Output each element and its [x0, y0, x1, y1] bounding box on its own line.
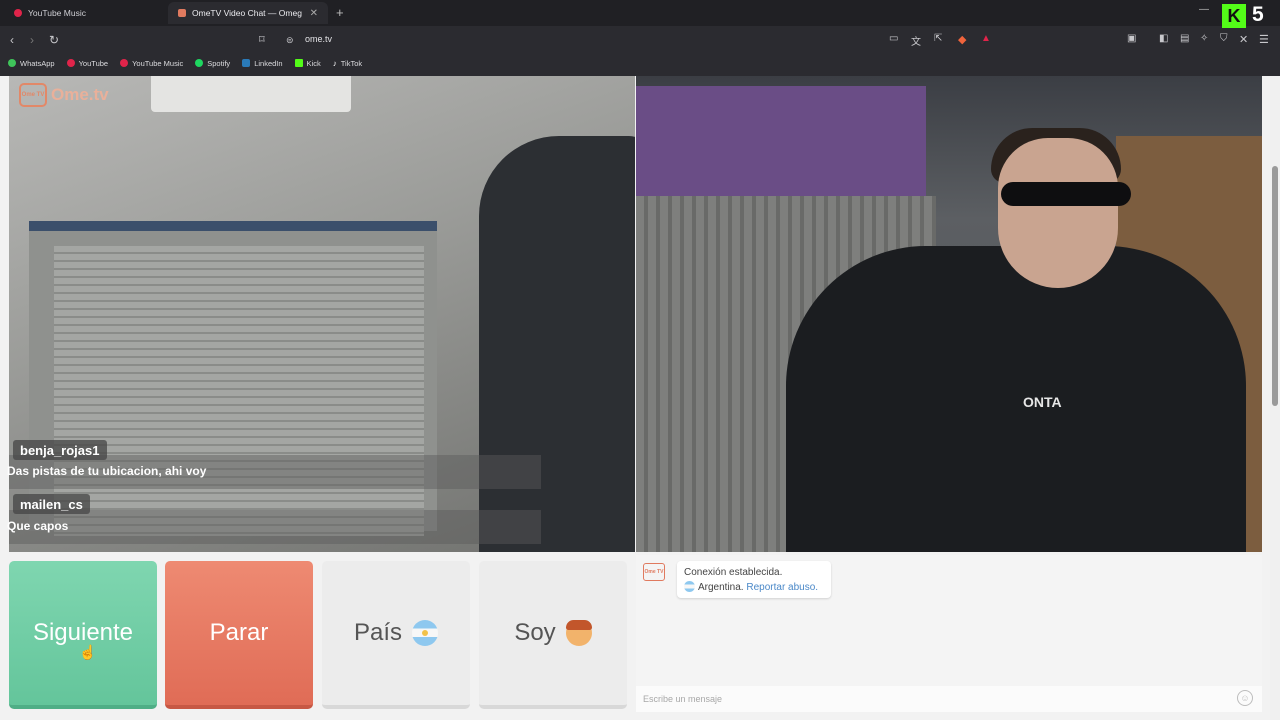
close-tab-icon[interactable]: ✕ — [310, 8, 318, 19]
youtube-music-icon — [14, 9, 22, 17]
ometv-system-icon: Ome TV — [643, 563, 665, 581]
ometv-logo-text: Ome.tv — [51, 85, 109, 104]
reload-icon[interactable]: ↻ — [49, 33, 59, 47]
bookmark-label: LinkedIn — [254, 58, 283, 68]
translate-icon[interactable]: 文 — [911, 33, 921, 48]
kick-badge: K — [1222, 4, 1246, 28]
extensions-icon[interactable]: ▤ — [1180, 33, 1189, 44]
mouse-cursor-icon: ☝ — [79, 644, 97, 660]
youtube-icon — [66, 59, 75, 67]
bookmark-linkedin[interactable]: LinkedIn — [242, 58, 283, 68]
argentina-flag-icon — [684, 581, 695, 592]
bookmark-tiktok[interactable]: ♪ TikTok — [333, 59, 362, 68]
bookmark-label: YouTube — [78, 58, 109, 68]
share-icon[interactable]: ⇱ — [934, 33, 942, 44]
report-abuse-link[interactable]: Reportar abuso. — [746, 582, 818, 593]
bookmark-kick[interactable]: Kick — [294, 58, 321, 68]
chat-username: benja_rojas1 — [13, 440, 107, 460]
sidebar-icon[interactable]: ◧ — [1159, 33, 1168, 44]
wallet-icon[interactable]: ▣ — [1127, 33, 1136, 44]
bookmark-spotify[interactable]: Spotify — [195, 59, 230, 68]
ometv-tab-icon — [178, 9, 186, 17]
whatsapp-icon — [8, 59, 16, 67]
youtube-music-icon — [120, 59, 129, 67]
screen-cast-icon[interactable]: ▭ — [889, 33, 898, 44]
hoodie-print: ONTA — [1023, 394, 1062, 410]
navigation-bar: ‹ › ↻ ⌑ ⊜ ome.tv ▭ 文 ⇱ ◆ ▲ ▣ ◧ ▤ ✧ ⛉ ✕ ☰ — [0, 28, 1280, 52]
video-scene-head — [998, 138, 1118, 288]
back-icon[interactable]: ‹ — [10, 33, 14, 47]
chat-message-text: Das pistas de tu ubicacion, ahi voy — [7, 464, 207, 478]
vpn-icon[interactable]: ⛉ — [1220, 33, 1228, 44]
country-name: Argentina. — [698, 582, 744, 593]
kick-icon — [294, 59, 303, 67]
close-extension-icon[interactable]: ✕ — [1239, 33, 1248, 46]
bookmark-label: Spotify — [207, 58, 231, 68]
system-message: Conexión establecida. Argentina. Reporta… — [677, 561, 831, 598]
chat-message-row — [9, 510, 541, 544]
bookmark-whatsapp[interactable]: WhatsApp — [8, 59, 55, 68]
ometv-logo-icon: Ome TV — [19, 83, 47, 107]
chat-username: mailen_cs — [13, 494, 90, 514]
bookmarks-bar: WhatsApp YouTube YouTube Music Spotify L… — [0, 54, 1280, 72]
stop-button[interactable]: Parar — [165, 561, 313, 709]
next-button[interactable]: Siguiente — [9, 561, 157, 709]
argentina-flag-icon — [412, 620, 439, 646]
boy-emoji-icon — [565, 620, 592, 646]
country-button-label: País — [353, 619, 403, 646]
brave-rewards-icon[interactable]: ▲ — [981, 33, 991, 44]
chat-message-text: Que capos — [7, 519, 69, 533]
bookmark-youtube[interactable]: YouTube — [66, 58, 109, 68]
menu-icon[interactable]: ☰ — [1259, 33, 1269, 46]
video-scene-person — [479, 136, 635, 552]
country-button[interactable]: País — [322, 561, 470, 709]
video-scene-glasses — [1001, 182, 1131, 206]
tab-ometv[interactable]: OmeTV Video Chat — Omeg ✕ — [168, 2, 328, 24]
video-scene-ac — [151, 76, 351, 112]
emoji-picker-icon[interactable]: ☺ — [1237, 690, 1253, 706]
new-tab-button[interactable]: + — [336, 5, 344, 20]
tab-label: YouTube Music — [28, 8, 86, 18]
tiktok-icon: ♪ — [332, 58, 337, 68]
self-video: ONTA — [636, 76, 1262, 552]
address-bar[interactable]: ome.tv — [305, 34, 332, 44]
forward-icon[interactable]: › — [30, 33, 34, 47]
linkedin-icon — [242, 59, 251, 67]
ometv-logo: Ome TV Ome.tv — [19, 83, 109, 107]
tab-label: OmeTV Video Chat — Omeg — [192, 8, 302, 18]
tab-youtube-music[interactable]: YouTube Music — [4, 2, 168, 24]
stop-button-label: Parar — [209, 619, 269, 646]
gender-button[interactable]: Soy — [479, 561, 627, 709]
video-scene-person — [786, 246, 1246, 552]
bookmark-icon[interactable]: ⌑ — [259, 33, 265, 46]
brave-shield-icon[interactable]: ◆ — [958, 33, 966, 46]
scrollbar-thumb[interactable] — [1272, 166, 1278, 406]
page-scrollbar[interactable] — [1270, 76, 1280, 720]
message-input[interactable] — [636, 686, 1262, 712]
bookmark-label: YouTube Music — [132, 58, 184, 68]
bookmark-label: WhatsApp — [20, 58, 55, 68]
bookmark-label: Kick — [306, 58, 321, 68]
bookmark-youtube-music[interactable]: YouTube Music — [120, 59, 183, 68]
country-line: Argentina. Reportar abuso. — [684, 580, 824, 595]
leo-icon[interactable]: ✧ — [1200, 33, 1208, 44]
stranger-video — [9, 76, 635, 552]
kick-badge-number: 5 — [1252, 3, 1264, 26]
gender-button-label: Soy — [514, 619, 556, 646]
minimize-icon[interactable]: — — [1199, 4, 1209, 15]
bookmark-label: TikTok — [340, 58, 363, 68]
video-scene-blind — [54, 246, 424, 536]
next-button-label: Siguiente — [32, 619, 134, 646]
spotify-icon — [195, 59, 204, 67]
connection-status: Conexión establecida. — [684, 567, 783, 578]
tab-bar: YouTube Music OmeTV Video Chat — Omeg ✕ … — [0, 0, 1280, 28]
site-info-icon[interactable]: ⊜ — [286, 35, 294, 46]
